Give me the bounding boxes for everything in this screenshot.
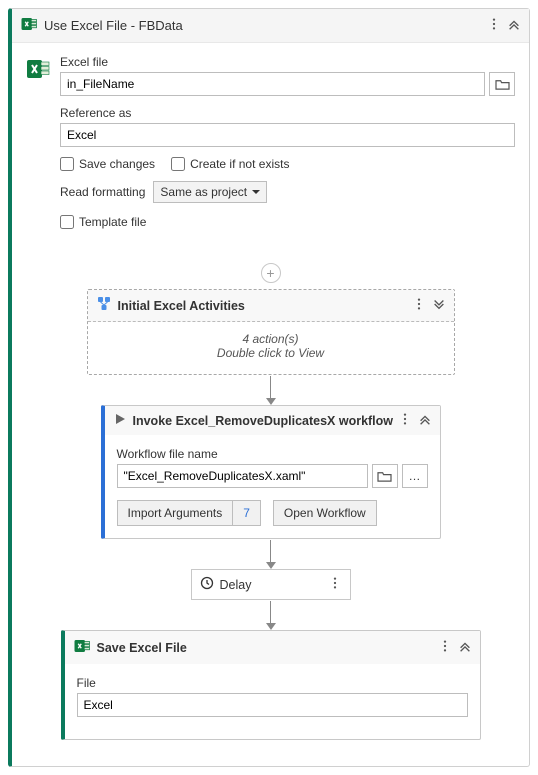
read-formatting-label: Read formatting bbox=[60, 185, 145, 199]
more-options-button[interactable]: … bbox=[402, 464, 428, 488]
excel-icon bbox=[26, 57, 50, 229]
delay-activity[interactable]: Delay bbox=[191, 569, 351, 600]
expand-icon[interactable] bbox=[432, 297, 446, 314]
create-if-not-exists-check-input[interactable] bbox=[171, 157, 185, 171]
initial-excel-activities[interactable]: Initial Excel Activities 4 action(s) Dou… bbox=[87, 289, 455, 375]
save-changes-label: Save changes bbox=[79, 157, 155, 171]
flow-connector bbox=[266, 375, 276, 405]
more-icon[interactable] bbox=[398, 412, 412, 429]
workflow-file-label: Workflow file name bbox=[117, 447, 428, 461]
more-icon[interactable] bbox=[412, 297, 426, 314]
browse-file-button[interactable] bbox=[489, 72, 515, 96]
more-icon[interactable] bbox=[487, 17, 501, 34]
reference-as-label: Reference as bbox=[60, 106, 515, 120]
save-changes-check-input[interactable] bbox=[60, 157, 74, 171]
more-icon[interactable] bbox=[328, 576, 342, 593]
activity-title: Use Excel File - FBData bbox=[44, 18, 487, 33]
template-file-label: Template file bbox=[79, 215, 146, 229]
import-arguments-label: Import Arguments bbox=[118, 501, 233, 525]
activity-header: Use Excel File - FBData bbox=[12, 9, 529, 43]
browse-workflow-button[interactable] bbox=[372, 464, 398, 488]
open-workflow-button[interactable]: Open Workflow bbox=[273, 500, 377, 526]
flow-connector bbox=[266, 600, 276, 630]
reference-as-input[interactable] bbox=[60, 123, 515, 147]
file-input[interactable] bbox=[77, 693, 468, 717]
excel-file-label: Excel file bbox=[60, 55, 515, 69]
import-arguments-button[interactable]: Import Arguments 7 bbox=[117, 500, 261, 526]
more-icon[interactable] bbox=[438, 639, 452, 656]
collapsed-placeholder: 4 action(s) Double click to View bbox=[88, 322, 454, 374]
create-if-not-exists-label: Create if not exists bbox=[190, 157, 289, 171]
sequence-icon bbox=[96, 296, 112, 315]
create-if-not-exists-checkbox[interactable]: Create if not exists bbox=[171, 157, 289, 171]
flow-connector bbox=[266, 539, 276, 569]
action-count-text: 4 action(s) bbox=[88, 332, 454, 346]
save-excel-file-activity[interactable]: Save Excel File File bbox=[61, 630, 481, 740]
delay-title: Delay bbox=[220, 578, 328, 592]
read-formatting-value: Same as project bbox=[160, 185, 247, 199]
template-file-checkbox[interactable]: Template file bbox=[60, 215, 515, 229]
workflow-file-input[interactable] bbox=[117, 464, 368, 488]
save-changes-checkbox[interactable]: Save changes bbox=[60, 157, 155, 171]
invoke-workflow-activity[interactable]: Invoke Excel_RemoveDuplicatesX workflow … bbox=[101, 405, 441, 539]
add-activity-button[interactable]: + bbox=[261, 263, 281, 283]
template-file-check-input[interactable] bbox=[60, 215, 74, 229]
initial-activities-title: Initial Excel Activities bbox=[118, 299, 412, 313]
play-icon bbox=[113, 412, 127, 429]
use-excel-file-activity: Use Excel File - FBData Excel file bbox=[8, 8, 530, 767]
excel-file-input[interactable] bbox=[60, 72, 485, 96]
double-click-hint: Double click to View bbox=[88, 346, 454, 360]
file-label: File bbox=[77, 676, 468, 690]
import-arguments-count: 7 bbox=[232, 501, 260, 525]
chevron-down-icon bbox=[252, 185, 260, 199]
save-excel-title: Save Excel File bbox=[97, 641, 438, 655]
clock-icon bbox=[200, 576, 214, 593]
excel-icon bbox=[20, 15, 38, 36]
collapse-icon[interactable] bbox=[507, 17, 521, 34]
open-workflow-label: Open Workflow bbox=[284, 506, 366, 520]
read-formatting-dropdown[interactable]: Same as project bbox=[153, 181, 267, 203]
invoke-workflow-title: Invoke Excel_RemoveDuplicatesX workflow bbox=[133, 414, 398, 428]
collapse-icon[interactable] bbox=[418, 412, 432, 429]
collapse-icon[interactable] bbox=[458, 639, 472, 656]
excel-icon bbox=[73, 637, 91, 658]
